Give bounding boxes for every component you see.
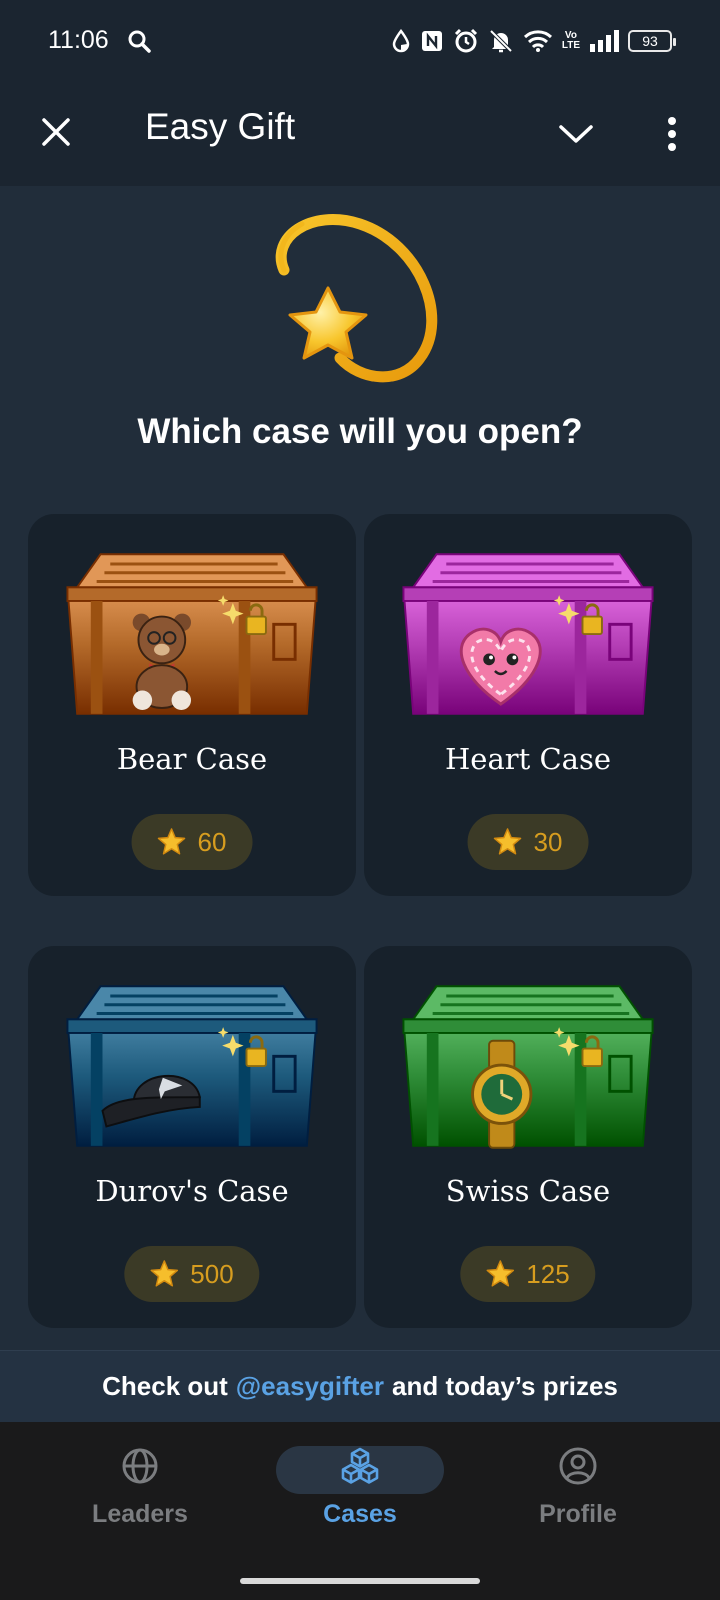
chevron-down-icon <box>559 125 593 143</box>
wifi-icon <box>523 30 552 52</box>
case-card[interactable]: Heart Case 30 <box>364 514 692 896</box>
case-price-button[interactable]: 30 <box>467 814 589 870</box>
star-icon <box>486 1260 515 1287</box>
star-icon <box>157 828 186 855</box>
tab-cases-label: Cases <box>323 1500 397 1528</box>
case-chest-image <box>66 985 318 1147</box>
alarm-icon <box>454 28 477 53</box>
app-title: Easy Gift <box>145 106 296 147</box>
tab-profile-label: Profile <box>539 1500 617 1528</box>
promo-banner[interactable]: Check out @easygifter and today’s prizes <box>0 1350 720 1422</box>
promo-channel-link[interactable]: @easygifter <box>236 1371 384 1402</box>
data-saver-icon <box>392 29 410 53</box>
case-card[interactable]: Swiss Case 125 <box>364 946 692 1328</box>
star-icon <box>150 1260 179 1287</box>
promo-suffix: and today’s prizes <box>392 1371 618 1401</box>
case-price: 30 <box>533 826 563 857</box>
user-circle-icon <box>559 1447 597 1485</box>
battery-level: 93 <box>642 33 658 49</box>
tab-profile[interactable]: Profile <box>498 1444 658 1554</box>
volte-label: Vo LTE <box>561 30 580 51</box>
status-icons: Vo LTE 93 <box>391 24 676 58</box>
app-header: Easy Gift <box>0 84 720 186</box>
case-price: 500 <box>190 1258 234 1289</box>
nfc-icon <box>421 31 442 51</box>
tab-cases[interactable]: Cases <box>280 1444 440 1554</box>
status-bar: 11:06 Vo LTE 93 <box>0 0 720 84</box>
tab-leaders-label: Leaders <box>92 1500 188 1528</box>
shooting-star-icon <box>275 214 438 383</box>
case-title: Bear Case <box>116 742 268 776</box>
more-options-button[interactable] <box>646 108 698 160</box>
home-indicator[interactable] <box>240 1578 480 1584</box>
tab-leaders[interactable]: Leaders <box>60 1444 220 1554</box>
more-vertical-icon <box>668 117 676 151</box>
case-chest-image <box>66 553 318 715</box>
case-title: Heart Case <box>445 742 611 776</box>
cubes-icon <box>341 1447 379 1484</box>
case-title: Durov's Case <box>95 1174 289 1208</box>
collapse-button[interactable] <box>550 108 602 160</box>
case-card[interactable]: Durov's Case 500 <box>28 946 356 1328</box>
bottom-navigation: Leaders Cases Profile <box>0 1422 720 1600</box>
globe-icon <box>122 1448 158 1484</box>
status-time: 11:06 <box>48 26 109 54</box>
battery-indicator: 93 <box>628 30 676 52</box>
case-card[interactable]: Bear Case 60 <box>28 514 356 896</box>
search-icon <box>128 30 151 53</box>
close-icon <box>42 118 70 146</box>
case-price-button[interactable]: 60 <box>131 814 253 870</box>
case-price: 60 <box>197 826 227 857</box>
star-icon <box>493 828 522 855</box>
headline: Which case will you open? <box>137 412 583 451</box>
close-button[interactable] <box>30 106 82 158</box>
case-chest-image <box>402 553 654 715</box>
case-price-button[interactable]: 500 <box>124 1246 260 1302</box>
case-chest-image <box>402 985 654 1149</box>
case-price: 125 <box>526 1258 570 1289</box>
promo-prefix: Check out <box>102 1371 228 1401</box>
signal-icon <box>590 30 619 52</box>
case-title: Swiss Case <box>445 1174 611 1208</box>
case-price-button[interactable]: 125 <box>460 1246 596 1302</box>
bell-muted-icon <box>489 29 513 53</box>
